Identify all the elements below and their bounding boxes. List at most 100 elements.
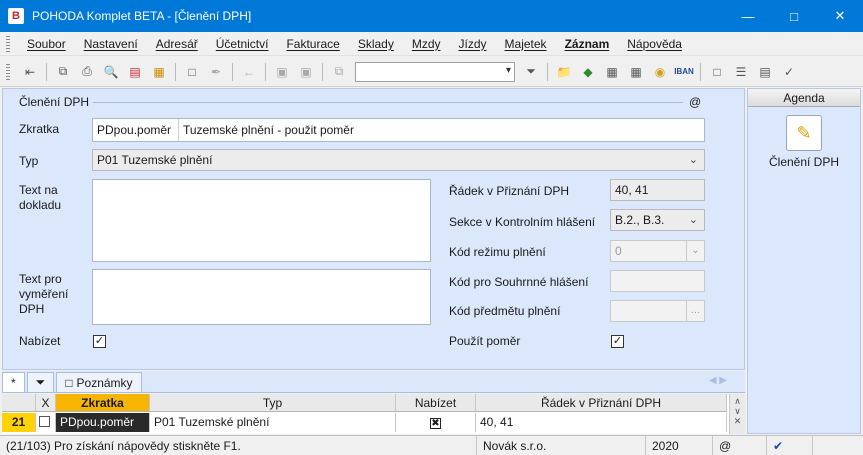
print-icon[interactable]: ⎙ (77, 62, 97, 82)
menu-jizdy[interactable]: Jízdy (450, 37, 496, 51)
zkratka-description[interactable]: Tuzemské plnění - použit poměr (183, 119, 354, 141)
status-company: Novák s.r.o. (476, 436, 636, 455)
zkratka-split (178, 119, 179, 141)
header-nabizet[interactable]: Nabízet (396, 394, 476, 411)
row-radek[interactable]: 40, 41 (476, 413, 727, 432)
minimize-button[interactable]: — (725, 0, 771, 32)
souhrnne-field (610, 270, 705, 292)
tab-notes[interactable]: □ Poznámky (56, 372, 142, 392)
exit-agenda-icon[interactable]: ⇤ (20, 62, 40, 82)
menu-adresar[interactable]: Adresář (147, 37, 207, 51)
nabizet-checkbox[interactable]: ✓ (93, 335, 106, 348)
message-icon[interactable]: □ (707, 62, 727, 82)
menu-nastaveni[interactable]: Nastavení (75, 37, 147, 51)
typ-select[interactable]: P01 Tuzemské plnění ⌄ (92, 149, 705, 171)
predmet-label: Kód předmětu plnění (449, 304, 561, 318)
tab-scroll-arrows[interactable]: ◀ ▶ (709, 375, 727, 386)
list-icon[interactable]: ☰ (731, 62, 751, 82)
iban-icon[interactable]: IBAN (674, 62, 694, 82)
rezim-label: Kód režimu plnění (449, 245, 546, 259)
row-select-cell[interactable] (36, 413, 56, 432)
calculator-icon[interactable]: ▦ (602, 62, 622, 82)
radek-label: Řádek v Přiznání DPH (449, 184, 570, 198)
agenda-item-label[interactable]: Členění DPH (748, 155, 860, 169)
row-number: 21 (2, 413, 36, 432)
radek-value: 40, 41 (615, 183, 649, 197)
header-x[interactable]: X (36, 394, 56, 411)
edit-brush-icon[interactable]: ✒ (206, 62, 226, 82)
copy-icon[interactable]: ⧉ (53, 62, 73, 82)
check-tool-icon[interactable]: ✓ (779, 62, 799, 82)
form-panel: Členění DPH @ Zkratka PDpou.poměr Tuzems… (2, 88, 745, 370)
header-radek[interactable]: Řádek v Přiznání DPH (476, 394, 727, 411)
typ-value: P01 Tuzemské plnění (97, 153, 213, 167)
at-icon[interactable]: @ (689, 95, 701, 109)
folder-icon[interactable]: 📁 (554, 62, 574, 82)
app-logo-icon: B (8, 8, 24, 24)
row-select-checkbox[interactable] (39, 416, 50, 427)
text-vymereni-textarea[interactable] (92, 269, 431, 325)
status-at: @ (712, 436, 758, 455)
row-nabizet-checkbox[interactable]: ✖ (430, 418, 441, 429)
menu-mzdy[interactable]: Mzdy (403, 37, 450, 51)
menu-napoveda[interactable]: Nápověda (618, 37, 691, 51)
maximize-button[interactable]: □ (771, 0, 817, 32)
menu-majetek[interactable]: Majetek (496, 37, 556, 51)
status-empty (812, 436, 863, 455)
predmet-field: … (610, 300, 705, 322)
money-icon[interactable]: ◆ (578, 62, 598, 82)
zkratka-field[interactable]: PDpou.poměr Tuzemské plnění - použit pom… (92, 118, 705, 142)
chevron-down-icon: ⌄ (686, 241, 704, 261)
toolbar-separator (175, 62, 176, 81)
close-button[interactable]: ✕ (817, 0, 863, 32)
duplicate-icon[interactable]: ⧉ (329, 62, 349, 82)
pouzit-checkbox[interactable]: ✓ (611, 335, 624, 348)
quick-search-combo[interactable] (355, 61, 515, 82)
toolbar: ⇤ ⧉ ⎙ 🔍 ▤ ▦ □ ✒ ← ▣ ▣ ⧉ ⏷ 📁 ◆ ▦ ▦ ◉ IBAN… (0, 57, 863, 87)
status-bar: (21/103) Pro získání nápovědy stiskněte … (0, 435, 863, 455)
row-typ[interactable]: P01 Tuzemské plnění (150, 413, 396, 432)
calculator-alt-icon[interactable]: ▦ (626, 62, 646, 82)
status-help: (21/103) Pro získání nápovědy stiskněte … (6, 439, 241, 453)
header-typ[interactable]: Typ (150, 394, 396, 411)
report-icon[interactable]: ▤ (755, 62, 775, 82)
print-preview-icon[interactable]: 🔍 (101, 62, 121, 82)
section-divider (93, 102, 683, 103)
coins-icon[interactable]: ◉ (650, 62, 670, 82)
export-icon[interactable]: ▦ (149, 62, 169, 82)
menu-zaznam[interactable]: Záznam (556, 37, 619, 51)
tab-star[interactable]: * (2, 372, 25, 392)
row-nabizet[interactable]: ✖ (396, 413, 476, 432)
text-doklad-textarea[interactable] (92, 179, 431, 262)
grid-scrollbar[interactable]: ∧ ∨ ✕ (729, 394, 745, 434)
menu-sklady[interactable]: Sklady (349, 37, 403, 51)
row-zkratka[interactable]: PDpou.poměr (56, 413, 150, 432)
menu-fakturace[interactable]: Fakturace (277, 37, 348, 51)
pdf-icon[interactable]: ▤ (125, 62, 145, 82)
agenda-header: Agenda (748, 89, 860, 107)
sekce-select[interactable]: B.2., B.3. ⌄ (610, 209, 705, 231)
ellipsis-icon: … (686, 301, 704, 321)
filter-icon: ⏷ (35, 375, 46, 389)
cancel-edit-icon[interactable]: ▣ (296, 62, 316, 82)
toolbar-separator (700, 62, 701, 81)
toolbar-grip-icon[interactable] (6, 63, 10, 80)
back-arrow-icon[interactable]: ← (239, 62, 259, 82)
new-record-icon[interactable]: □ (182, 62, 202, 82)
status-year: 2020 (645, 436, 701, 455)
save-icon[interactable]: ▣ (272, 62, 292, 82)
header-zkratka[interactable]: Zkratka (56, 394, 150, 411)
filter-icon[interactable]: ⏷ (521, 62, 541, 82)
tab-filter[interactable]: ⏷ (26, 372, 55, 392)
menu-soubor[interactable]: Soubor (18, 37, 75, 51)
note-icon: □ (65, 375, 73, 390)
toolbar-separator (322, 62, 323, 81)
menu-grip-icon[interactable] (6, 35, 10, 52)
notepad-check-icon[interactable]: ✎ (786, 115, 822, 151)
sekce-label: Sekce v Kontrolním hlášení (449, 215, 596, 229)
section-title: Členění DPH (19, 95, 90, 109)
menu-ucetnictvi[interactable]: Účetnictví (207, 37, 278, 51)
tab-notes-label: Poznámky (76, 375, 133, 390)
toolbar-separator (265, 62, 266, 81)
table-row[interactable]: 21 PDpou.poměr P01 Tuzemské plnění ✖ 40,… (2, 413, 727, 432)
